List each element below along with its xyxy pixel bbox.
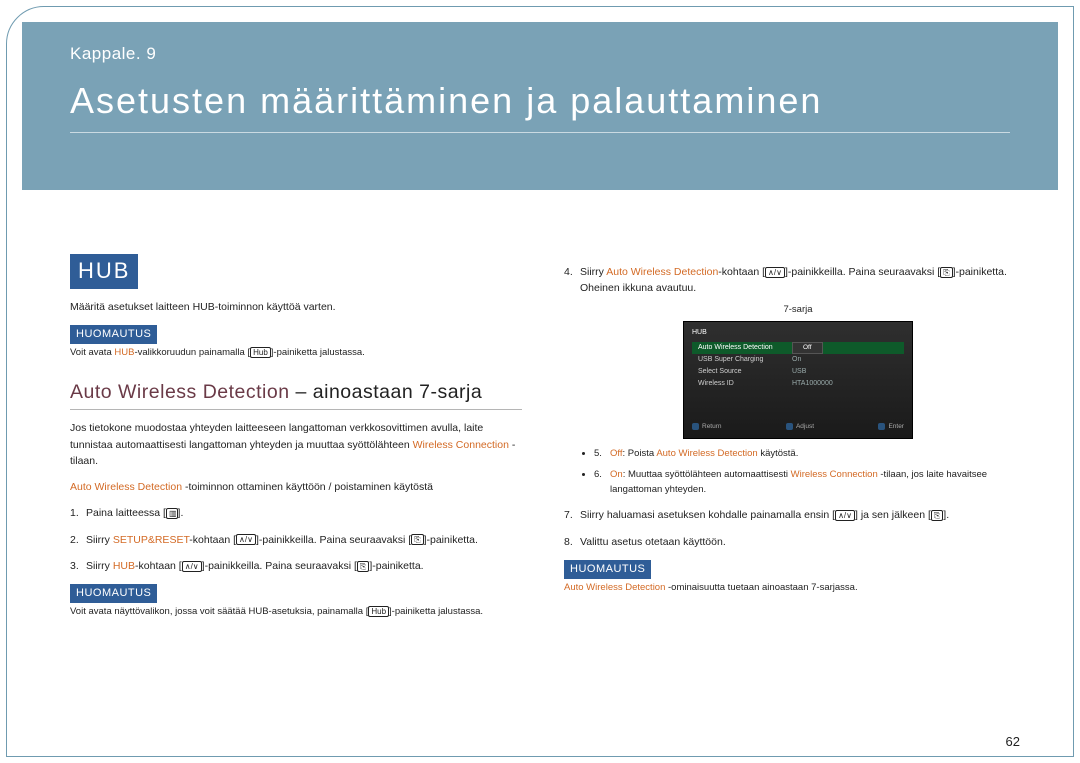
osd-row-usbcharge: USB Super ChargingOn: [692, 354, 904, 366]
up-down-icon: ∧/∨: [765, 267, 785, 278]
step-5: Siirry haluamasi asetuksen kohdalle pain…: [564, 507, 1016, 523]
bullet-on: On: Muuttaa syöttölähteen automaattisest…: [594, 468, 1016, 497]
option-bullets: Off: Poista Auto Wireless Detection käyt…: [580, 447, 1016, 497]
steps-intro: Auto Wireless Detection -toiminnon ottam…: [70, 479, 522, 495]
chapter-banner: Kappale. 9 Asetusten määrittäminen ja pa…: [22, 22, 1058, 190]
enter-icon: ⎘: [940, 267, 952, 278]
note-1: Voit avata HUB-valikkoruudun painamalla …: [70, 346, 522, 361]
note-2: Voit avata näyttövalikon, jossa voit sää…: [70, 605, 522, 620]
left-column: HUB Määritä asetukset laitteen HUB-toimi…: [70, 254, 522, 723]
step-6: Valittu asetus otetaan käyttöön.: [564, 534, 1016, 550]
page-number: 62: [1006, 734, 1020, 749]
note-3: Auto Wireless Detection -ominaisuutta tu…: [564, 581, 1016, 596]
right-column: Siirry Auto Wireless Detection-kohtaan […: [564, 254, 1016, 723]
steps-list-left: Paina laitteessa [▥]. Siirry SETUP&RESET…: [70, 505, 522, 574]
enter-icon: ⎘: [931, 510, 943, 521]
step-2: Siirry SETUP&RESET-kohtaan [∧/∨]-painikk…: [70, 532, 522, 548]
step-4: Siirry Auto Wireless Detection-kohtaan […: [564, 264, 1016, 497]
setup-reset-link: SETUP&RESET: [113, 534, 189, 546]
up-down-icon: ∧/∨: [182, 561, 202, 572]
osd-enter: Enter: [878, 422, 904, 432]
enter-icon: ⎘: [411, 534, 423, 545]
osd-footer: Return Adjust Enter: [692, 422, 904, 432]
note-badge-2: HUOMAUTUS: [70, 584, 157, 603]
hub-heading: HUB: [70, 254, 138, 289]
wireless-connection-link: Wireless Connection: [413, 439, 509, 451]
osd-window: HUB Auto Wireless DetectionOff USB Super…: [683, 321, 913, 439]
hub-button-icon: Hub: [368, 606, 389, 617]
osd-row-awd: Auto Wireless DetectionOff: [692, 342, 904, 354]
chapter-label: Kappale. 9: [70, 44, 1010, 64]
up-down-icon: ∧/∨: [835, 510, 855, 521]
steps-list-right: Siirry Auto Wireless Detection-kohtaan […: [564, 264, 1016, 550]
hub-link-2: HUB: [113, 560, 135, 572]
osd-row-source: Select SourceUSB: [692, 366, 904, 378]
hub-button-icon: Hub: [250, 347, 271, 358]
awd-link: Auto Wireless Detection: [606, 266, 718, 278]
note-badge: HUOMAUTUS: [70, 325, 157, 344]
enter-icon: ⎘: [357, 561, 369, 572]
hub-link: HUB: [114, 347, 134, 358]
hub-intro: Määritä asetukset laitteen HUB-toiminnon…: [70, 299, 522, 315]
note-badge-3: HUOMAUTUS: [564, 560, 651, 579]
osd-return: Return: [692, 422, 722, 432]
page-title: Asetusten määrittäminen ja palauttaminen: [70, 80, 1010, 133]
subheading-awd: Auto Wireless Detection – ainoastaan 7-s…: [70, 377, 522, 410]
awd-description: Jos tietokone muodostaa yhteyden laittee…: [70, 420, 522, 469]
osd-title: HUB: [692, 328, 904, 339]
series-label: 7-sarja: [580, 303, 1016, 318]
osd-row-wid: Wireless IDHTA1000000: [692, 378, 904, 390]
step-3: Siirry HUB-kohtaan [∧/∨]-painikkeilla. P…: [70, 558, 522, 574]
osd-adjust: Adjust: [786, 422, 814, 432]
osd-screenshot: 7-sarja HUB Auto Wireless DetectionOff U…: [580, 303, 1016, 440]
content-area: HUB Määritä asetukset laitteen HUB-toimi…: [70, 254, 1016, 723]
bullet-off: Off: Poista Auto Wireless Detection käyt…: [594, 447, 1016, 462]
step-1: Paina laitteessa [▥].: [70, 505, 522, 521]
up-down-icon: ∧/∨: [236, 534, 256, 545]
menu-icon: ▥: [166, 508, 178, 519]
